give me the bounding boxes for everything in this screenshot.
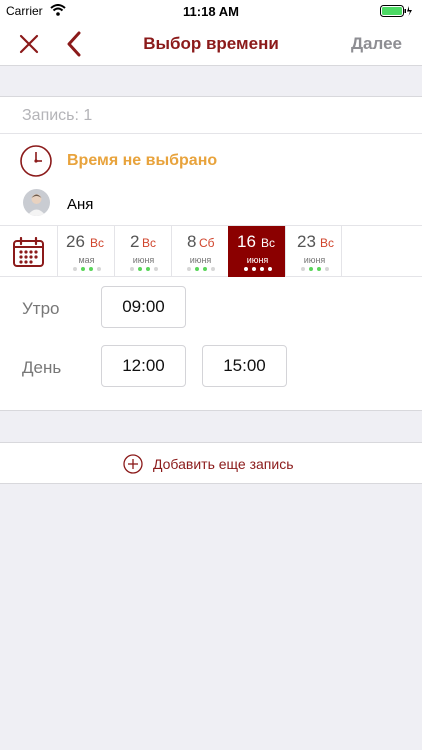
date-month: июня (189, 255, 212, 265)
day-label: День (22, 358, 62, 377)
appointment-card: Запись: 1 Время не выбрано Аня 26 Вс мая… (0, 96, 422, 411)
navigation-bar: Выбор времени Далее (0, 22, 422, 66)
availability-dots (229, 267, 286, 271)
time-not-selected-label: Время не выбрано (67, 152, 218, 169)
battery-icon (380, 5, 414, 17)
date-weekday: Вс (261, 236, 276, 250)
status-time: 11:18 AM (183, 4, 239, 19)
record-count-label: Запись: 1 (22, 107, 93, 124)
availability-dots (172, 267, 229, 271)
date-day: 23 (297, 232, 316, 251)
add-record-button[interactable]: Добавить еще запись (0, 442, 422, 484)
divider (0, 133, 422, 134)
date-strip: 26 Вс мая 2 Вс июня 8 Сб июня 16 Вс июня… (0, 225, 422, 277)
clock-icon (19, 144, 53, 178)
date-cell[interactable]: 23 Вс июня (285, 226, 342, 277)
avatar (23, 189, 50, 216)
date-month: июня (246, 255, 269, 265)
availability-dots (286, 267, 343, 271)
date-weekday: Сб (199, 236, 215, 250)
date-weekday: Вс (90, 236, 105, 250)
time-slot-button[interactable]: 12:00 (101, 345, 186, 387)
morning-label: Утро (22, 299, 60, 318)
availability-dots (115, 267, 172, 271)
calendar-icon[interactable] (12, 236, 45, 268)
date-day: 2 (130, 232, 140, 251)
date-day: 8 (187, 232, 197, 251)
availability-dots (58, 267, 115, 271)
add-record-label: Добавить еще запись (153, 456, 294, 472)
date-month: мая (78, 255, 95, 265)
time-slot-button[interactable]: 09:00 (101, 286, 186, 328)
person-name: Аня (67, 196, 94, 213)
date-cell[interactable]: 8 Сб июня (171, 226, 228, 277)
date-cell[interactable]: 26 Вс мая (57, 226, 114, 277)
status-bar: Carrier 11:18 AM (0, 0, 422, 22)
next-button[interactable]: Далее (351, 34, 402, 54)
date-cell-selected[interactable]: 16 Вс июня (228, 226, 285, 277)
plus-circle-icon (123, 454, 143, 474)
date-day: 16 (237, 232, 256, 251)
date-cell[interactable]: 2 Вс июня (114, 226, 171, 277)
time-slot-button[interactable]: 15:00 (202, 345, 287, 387)
date-day: 26 (66, 232, 85, 251)
date-month: июня (132, 255, 155, 265)
date-weekday: Вс (142, 236, 157, 250)
date-month: июня (303, 255, 326, 265)
date-weekday: Вс (320, 236, 335, 250)
